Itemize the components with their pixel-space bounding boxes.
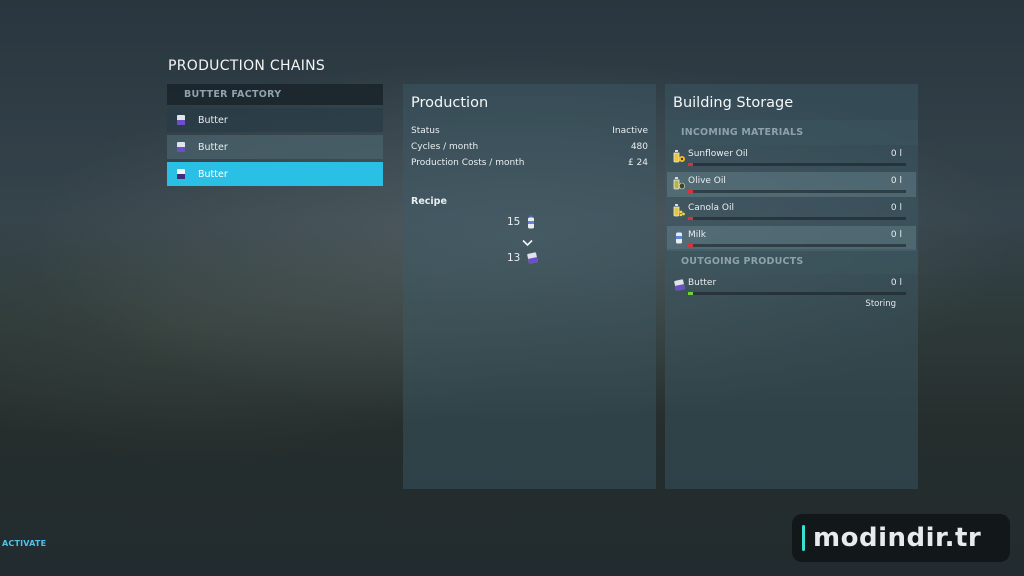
fill-level xyxy=(688,292,693,295)
recipe-input: 15 xyxy=(507,215,539,229)
cycles-label: Cycles / month xyxy=(411,142,479,152)
recipe-output-qty: 13 xyxy=(507,252,521,264)
watermark-text: modindir.tr xyxy=(813,523,982,553)
cycles-value: 480 xyxy=(630,142,648,152)
storage-row-sunflower-oil[interactable]: Sunflower Oil 0 l xyxy=(667,145,916,170)
production-panel: Production Status Inactive Cycles / mont… xyxy=(403,84,656,489)
recipe-label: Recipe xyxy=(411,196,447,207)
fill-level-bar xyxy=(688,217,906,220)
item-name: Sunflower Oil xyxy=(688,149,748,159)
production-chain-list: BUTTER FACTORY Butter Butter Butter xyxy=(167,84,383,186)
fill-level-bar xyxy=(688,244,906,247)
item-name: Canola Oil xyxy=(688,203,734,213)
canola-oil-icon xyxy=(672,203,686,217)
item-name: Olive Oil xyxy=(688,176,726,186)
storage-state: Storing xyxy=(865,299,896,309)
costs-value: £ 24 xyxy=(627,158,648,168)
storage-row-milk[interactable]: Milk 0 l xyxy=(667,226,916,251)
item-amount: 0 l xyxy=(890,203,902,213)
status-label: Status xyxy=(411,126,440,136)
item-name: Butter xyxy=(688,278,717,288)
item-name: Milk xyxy=(688,230,706,240)
item-amount: 0 l xyxy=(890,176,902,186)
sunflower-oil-icon xyxy=(672,149,686,163)
milk-bottle-icon xyxy=(672,230,686,244)
fill-level xyxy=(688,244,693,247)
item-amount: 0 l xyxy=(890,230,902,240)
incoming-label: INCOMING MATERIALS xyxy=(681,127,804,138)
item-amount: 0 l xyxy=(890,149,902,159)
cycles-row: Cycles / month 480 xyxy=(411,142,648,152)
watermark-accent xyxy=(802,525,805,551)
milk-bottle-icon xyxy=(527,215,539,229)
butter-icon xyxy=(174,113,188,127)
fill-level-bar xyxy=(688,292,906,295)
recipe-output: 13 xyxy=(507,251,539,265)
costs-row: Production Costs / month £ 24 xyxy=(411,158,648,168)
chain-item-label: Butter xyxy=(198,168,228,180)
fill-level-bar xyxy=(688,190,906,193)
chain-item-label: Butter xyxy=(198,114,228,126)
storage-title: Building Storage xyxy=(673,95,794,111)
butter-icon xyxy=(672,278,686,292)
page-title: PRODUCTION CHAINS xyxy=(168,58,326,74)
storage-row-olive-oil[interactable]: Olive Oil 0 l xyxy=(667,172,916,197)
watermark-logo: modindir.tr xyxy=(792,514,1010,562)
chevron-down-icon xyxy=(522,232,533,251)
building-storage-panel: Building Storage INCOMING MATERIALS Sunf… xyxy=(665,84,918,489)
fill-level xyxy=(688,190,693,193)
butter-icon xyxy=(527,251,539,265)
costs-label: Production Costs / month xyxy=(411,158,525,168)
storage-row-canola-oil[interactable]: Canola Oil 0 l xyxy=(667,199,916,224)
olive-oil-icon xyxy=(672,176,686,190)
status-value: Inactive xyxy=(612,126,648,136)
outgoing-label: OUTGOING PRODUCTS xyxy=(681,256,804,267)
fill-level xyxy=(688,163,693,166)
chain-item-butter-3[interactable]: Butter xyxy=(167,162,383,186)
storage-row-butter[interactable]: Butter 0 l Storing xyxy=(667,274,916,310)
chain-group-header: BUTTER FACTORY xyxy=(167,84,383,105)
chain-item-butter-1[interactable]: Butter xyxy=(167,108,383,132)
fill-level-bar xyxy=(688,163,906,166)
fill-level xyxy=(688,217,693,220)
chain-item-label: Butter xyxy=(198,141,228,153)
activate-button[interactable]: ACTIVATE xyxy=(2,539,46,548)
production-title: Production xyxy=(411,95,489,111)
recipe-input-qty: 15 xyxy=(507,216,521,228)
butter-icon xyxy=(174,140,188,154)
chain-item-butter-2[interactable]: Butter xyxy=(167,135,383,159)
status-row: Status Inactive xyxy=(411,126,648,136)
item-amount: 0 l xyxy=(890,278,902,288)
butter-icon xyxy=(174,167,188,181)
